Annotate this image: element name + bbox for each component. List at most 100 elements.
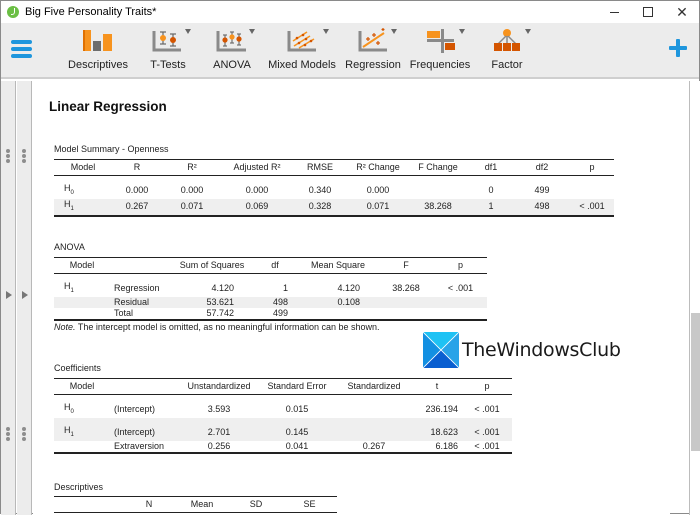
ribbon-frequencies-button[interactable]: Frequencies	[409, 27, 471, 75]
ribbon-descriptives-label: Descriptives	[68, 59, 128, 71]
table-cell: 0.041	[258, 440, 336, 454]
thewindowsclub-logo-icon	[423, 332, 459, 368]
table-cell: Total	[110, 307, 172, 321]
table-cell: 0.145	[258, 417, 336, 441]
ribbon-t-tests-label: T-Tests	[150, 59, 186, 71]
table-cell	[408, 176, 468, 199]
results-panel: Linear Regression Model Summary - Openne…	[33, 81, 670, 515]
coefficients-title: Coefficients	[54, 363, 101, 373]
column-header: p	[434, 257, 487, 274]
table-cell: 53.621	[172, 296, 252, 308]
column-header: SD	[230, 496, 282, 513]
anova-note: Note. The intercept model is omitted, as…	[54, 322, 380, 332]
drag-grip-icon[interactable]	[6, 427, 10, 442]
column-header: Model	[54, 159, 112, 176]
column-header: df1	[468, 159, 514, 176]
model-cell: H1	[54, 198, 112, 217]
add-module-plus-icon[interactable]	[669, 39, 687, 57]
table-cell: 0.328	[292, 198, 348, 217]
table-cell: 236.194	[425, 404, 458, 415]
table-cell	[378, 307, 434, 321]
ribbon-regression-label: Regression	[345, 59, 401, 71]
ribbon-factor-button[interactable]: Factor	[485, 27, 531, 75]
table-cell	[434, 296, 487, 308]
table-cell: 1	[282, 283, 288, 294]
table-cell: 57.742	[172, 307, 252, 321]
table-cell: (Intercept)	[114, 404, 156, 415]
factor-dropdown-arrow-icon[interactable]	[525, 29, 531, 34]
model-cell: H0	[64, 402, 74, 415]
column-header: RMSE	[292, 159, 348, 176]
table-cell: Extraversion	[110, 440, 180, 454]
table-row: H1 (Intercept) 2.701 0.145 18.623 < .001	[54, 417, 512, 441]
ribbon-anova-button[interactable]: ANOVA	[205, 27, 259, 75]
t-tests-dropdown-arrow-icon[interactable]	[185, 29, 191, 34]
table-cell: < .001	[570, 198, 614, 217]
table-cell: 2.701	[180, 417, 258, 441]
regression-dropdown-arrow-icon[interactable]	[391, 29, 397, 34]
descriptives-table: N Mean SD SE	[54, 496, 337, 513]
column-header: R²	[162, 159, 222, 176]
table-cell: Residual	[110, 296, 172, 308]
drag-grip-icon[interactable]	[22, 427, 26, 442]
column-header: Adjusted R²	[222, 159, 292, 176]
title-bar: Big Five Personality Traits* ✕	[1, 1, 699, 23]
table-cell: Regression	[114, 283, 160, 294]
model-cell: H1	[64, 281, 74, 294]
ribbon-descriptives-button[interactable]: Descriptives	[63, 27, 133, 75]
anova-dropdown-arrow-icon[interactable]	[249, 29, 255, 34]
analysis-ribbon: Descriptives T-Tests ANOVA Mixed Models …	[1, 23, 699, 79]
scrollbar-thumb[interactable]	[691, 313, 700, 451]
model-cell: H0	[64, 183, 74, 196]
drag-grip-icon[interactable]	[22, 149, 26, 164]
table-cell: 0.000	[125, 185, 149, 196]
table-cell: < .001	[462, 440, 512, 454]
model-cell: H1	[54, 417, 110, 441]
ribbon-regression-button[interactable]: Regression	[343, 27, 403, 75]
anova-icon	[216, 31, 246, 52]
model-summary-title: Model Summary - Openness	[54, 144, 169, 154]
minimize-button[interactable]	[597, 1, 631, 23]
maximize-button[interactable]	[631, 1, 665, 23]
window-title: Big Five Personality Traits*	[25, 6, 157, 18]
column-header: t	[412, 378, 462, 395]
table-cell	[336, 417, 412, 441]
table-cell: 0.069	[222, 198, 292, 217]
anova-table: Model Sum of Squares df Mean Square F p …	[54, 257, 487, 321]
table-cell: 1	[468, 198, 514, 217]
expand-arrow-icon[interactable]	[22, 291, 28, 299]
drag-grip-icon[interactable]	[6, 149, 10, 164]
close-button[interactable]: ✕	[665, 1, 699, 23]
analysis-pane-splitter[interactable]	[17, 81, 32, 515]
model-cell	[54, 296, 110, 308]
table-cell: 0	[488, 185, 494, 196]
data-pane-splitter[interactable]	[1, 81, 16, 515]
column-header: Standardized	[336, 378, 412, 395]
results-scrollbar[interactable]	[689, 81, 700, 515]
column-header: F	[378, 257, 434, 274]
table-cell: 4.120	[211, 283, 234, 294]
expand-arrow-icon[interactable]	[6, 291, 12, 299]
table-cell: < .001	[447, 283, 474, 294]
column-header: Mean Square	[298, 257, 378, 274]
column-header: Mean	[174, 496, 230, 513]
column-header: p	[462, 378, 512, 395]
column-header: Model	[54, 257, 110, 274]
table-cell: 38.268	[408, 198, 468, 217]
factor-icon	[494, 29, 520, 51]
column-header: Model	[54, 378, 110, 395]
ribbon-t-tests-button[interactable]: T-Tests	[141, 27, 195, 75]
frequencies-dropdown-arrow-icon[interactable]	[459, 29, 465, 34]
table-cell	[570, 176, 614, 199]
menu-hamburger-icon[interactable]	[11, 40, 32, 58]
descriptives-title: Descriptives	[54, 482, 104, 492]
table-row: Extraversion 0.256 0.041 0.267 6.186 < .…	[54, 440, 512, 454]
mixed-models-dropdown-arrow-icon[interactable]	[323, 29, 329, 34]
column-header: p	[570, 159, 614, 176]
ribbon-mixed-models-button[interactable]: Mixed Models	[267, 27, 337, 75]
table-cell: 499	[534, 185, 550, 196]
column-header: df	[252, 257, 298, 274]
table-row: Residual 53.621 498 0.108	[54, 296, 487, 308]
ribbon-factor-label: Factor	[491, 59, 523, 71]
column-header	[54, 496, 124, 513]
